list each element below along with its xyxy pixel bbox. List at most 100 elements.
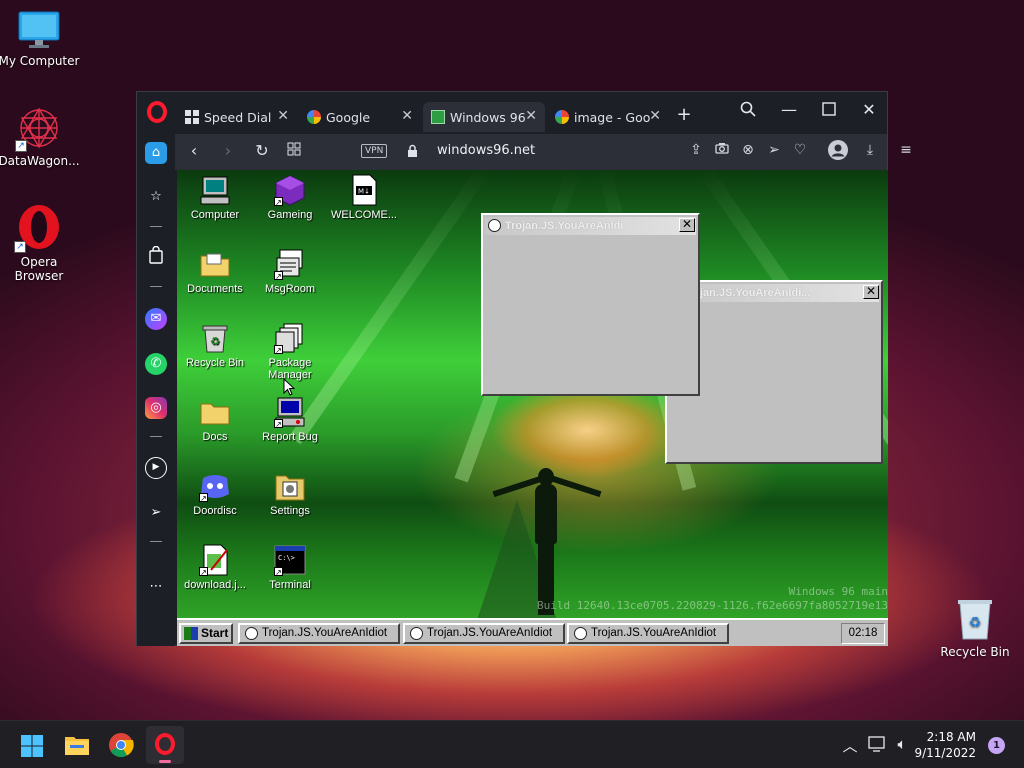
network-icon[interactable] [866,736,888,756]
star-icon[interactable]: ☆ [145,186,167,208]
start-label: Start [201,626,229,640]
w96-icon-computer[interactable]: Computer [177,174,253,221]
smiley-icon [574,627,587,640]
opera-taskbar-button[interactable] [146,726,184,764]
svg-text:♻: ♻ [210,335,220,348]
taskbar-task[interactable]: Trojan.JS.YouAreAnIdiot [403,623,565,644]
w96-icon-documents[interactable]: Documents [177,248,253,295]
w96-icon-msgroom[interactable]: ↗ MsgRoom [252,248,328,295]
w96-icon-download-js[interactable]: ↗ download.j... [177,544,253,591]
account-icon[interactable] [827,140,849,164]
w96-icon-terminal[interactable]: C:\> ↗ Terminal [252,544,328,591]
forward-icon[interactable]: › [217,141,239,160]
messenger-icon[interactable]: ✉ [145,308,167,330]
tab-google[interactable]: Google ✕ [299,102,421,132]
settings-sliders-icon[interactable]: ≡ [895,142,917,158]
minimize-button[interactable]: — [775,100,803,119]
search-tabs-icon[interactable] [734,101,762,121]
chevron-up-icon[interactable]: ︿ [839,735,861,756]
taskbar-task[interactable]: Trojan.JS.YouAreAnIdiot [567,623,729,644]
close-tab-icon[interactable]: ✕ [401,108,413,124]
new-tab-button[interactable]: + [670,104,698,125]
windows-start-icon[interactable] [20,734,44,758]
desktop-icon-datawagon[interactable]: ↗ DataWagon... [0,106,81,168]
opera-menu-icon[interactable] [147,101,167,123]
tab-label: image - Goo [574,109,651,125]
watermark-line: Build 12640.13ce0705.220829-1126.f62e669… [537,599,888,612]
volume-icon[interactable]: 🔈︎ [891,735,913,753]
desktop-icon-recycle-bin[interactable]: ♻ Recycle Bin [933,597,1017,659]
start-button[interactable]: Start [179,623,233,644]
windows96-page[interactable]: Computer ↗ Gameing M↓ WELCOME... Documen… [177,170,888,646]
desktop-icon-my-computer[interactable]: My Computer [0,10,81,68]
notification-badge[interactable]: 1 [988,737,1005,754]
sidebar-divider [150,541,162,542]
build-watermark: Windows 96 main Build 12640.13ce0705.220… [537,585,888,613]
w96-icon-doordisc[interactable]: ↗ Doordisc [177,470,253,517]
w96-icon-gameing[interactable]: ↗ Gameing [252,174,328,221]
back-icon[interactable]: ‹ [183,141,205,160]
w96-icon-welcome[interactable]: M↓ WELCOME... [326,174,402,221]
vpn-badge[interactable]: VPN [361,144,388,158]
svg-text:C:\>: C:\> [278,554,295,562]
folder-icon [199,396,231,428]
close-window-button[interactable]: ✕ [863,285,879,299]
tab-image-google[interactable]: image - Goo ✕ [547,102,669,132]
camera-icon[interactable] [711,142,733,158]
mouse-cursor-icon [283,377,296,396]
reload-icon[interactable]: ↻ [251,141,273,160]
w96-icon-docs[interactable]: Docs [177,396,253,443]
home-icon[interactable]: ⌂ [145,142,167,164]
smiley-icon [245,627,258,640]
instagram-icon[interactable]: ◎ [145,397,167,419]
trojan-window[interactable]: Trojan.JS.YouAreAnIdi ✕ [481,213,700,396]
chrome-icon[interactable] [108,732,134,758]
close-tab-icon[interactable]: ✕ [277,108,289,124]
heart-icon[interactable]: ♡ [789,142,811,158]
desktop-icon-opera[interactable]: ↗ Opera Browser [0,203,81,283]
window-titlebar[interactable]: Trojan.JS.YouAreAnIdi [485,217,696,235]
task-label: Trojan.JS.YouAreAnIdiot [262,627,388,639]
w96-icon-package-manager[interactable]: ↗ Package Manager [252,322,328,381]
download-icon[interactable]: ⤓ [859,142,881,158]
tabs-grid-icon[interactable] [283,141,305,160]
doordisc-icon: ↗ [199,470,231,503]
w96-taskbar: Start Trojan.JS.YouAreAnIdiot Trojan.JS.… [177,618,888,646]
shopping-bag-icon[interactable] [145,245,167,268]
send-icon[interactable]: ➢ [763,142,785,158]
tab-windows96[interactable]: Windows 96 ✕ [423,102,545,132]
file-explorer-icon[interactable] [64,733,90,757]
url-field[interactable]: windows96.net [437,143,535,158]
close-window-button[interactable]: ✕ [679,218,695,232]
purple-cube-icon: ↗ [274,174,306,207]
w96-icon-settings[interactable]: Settings [252,470,328,517]
google-icon [555,110,569,124]
folder-documents-icon [199,248,231,280]
tab-speed-dial[interactable]: Speed Dial ✕ [177,102,297,132]
share-icon[interactable]: ⇪ [685,142,707,158]
computer-icon [199,174,231,206]
recycle-bin-icon: ♻ [199,322,231,354]
send-icon[interactable]: ➢ [145,502,167,524]
ad-block-icon[interactable]: ⊗ [737,142,759,158]
windows96-icon [431,110,445,124]
script-file-icon: ↗ [199,544,231,577]
window-titlebar[interactable]: rojan.JS.YouAreAnIdi... [669,284,879,302]
player-icon[interactable]: ▶ [145,457,167,479]
system-clock[interactable]: 2:18 AM 9/11/2022 [914,729,976,761]
whatsapp-icon[interactable]: ✆ [145,353,167,375]
w96-icon-recycle-bin[interactable]: ♻ Recycle Bin [177,322,253,369]
close-window-button[interactable]: ✕ [855,100,883,119]
more-icon[interactable]: ⋯ [145,576,167,598]
icon-label: Terminal [269,579,311,591]
taskbar-task[interactable]: Trojan.JS.YouAreAnIdiot [238,623,400,644]
smiley-icon [410,627,423,640]
lock-icon[interactable] [407,143,418,157]
clock-date: 9/11/2022 [914,746,976,760]
close-tab-icon[interactable]: ✕ [649,108,661,124]
maximize-button[interactable] [815,101,843,120]
icon-label: Doordisc [193,505,237,517]
w96-icon-report-bug[interactable]: ↗ Report Bug [252,396,328,443]
close-tab-icon[interactable]: ✕ [525,108,537,124]
icon-label: Gameing [267,209,313,221]
